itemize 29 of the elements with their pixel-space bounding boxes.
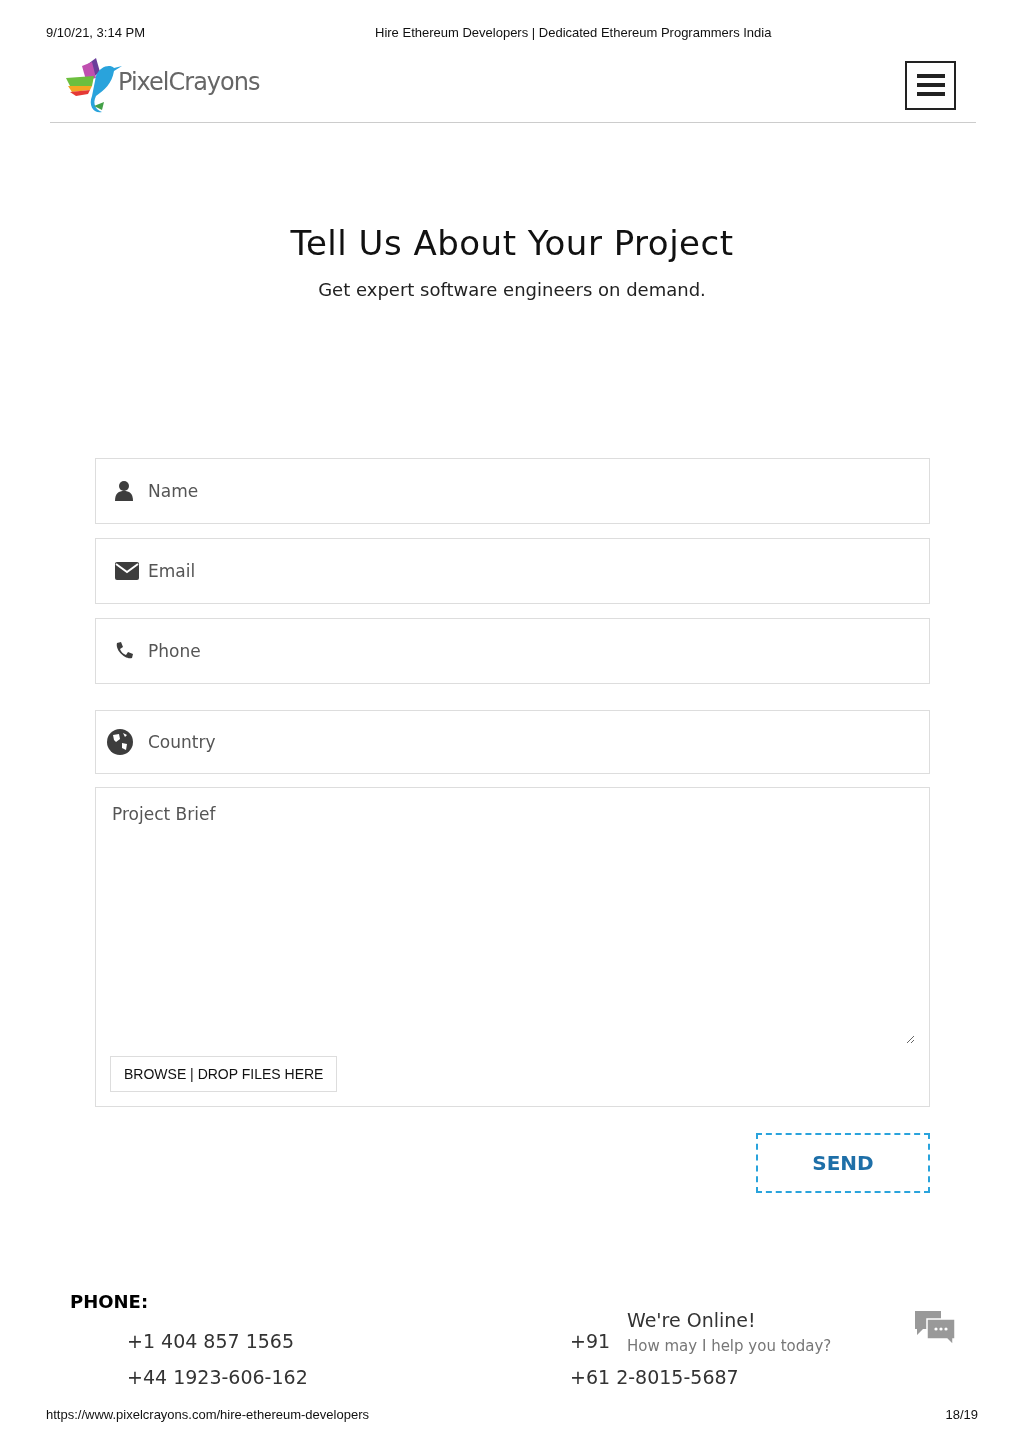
input-field[interactable]: Name [95, 458, 930, 524]
hummingbird-logo-icon [66, 56, 122, 114]
input-field[interactable]: Country [95, 710, 930, 774]
input-field[interactable]: Phone [95, 618, 930, 684]
chat-title: We're Online! [627, 1309, 757, 1331]
envelope-icon [115, 562, 139, 580]
chat-message: How may I help you today? [627, 1337, 832, 1355]
form-heading: Tell Us About Your Project [289, 223, 735, 263]
project-brief-field[interactable]: Project Brief BROWSE | DROP FILES HERE [95, 787, 930, 1107]
page-number: 18/19 [945, 1407, 978, 1422]
phone-number: +1 404 857 1565 [127, 1329, 294, 1354]
phone-number: +44 1923-606-162 [127, 1365, 308, 1390]
phone-icon [115, 642, 133, 660]
chat-icon[interactable] [915, 1309, 957, 1345]
globe-icon [107, 729, 133, 755]
phone-heading: PHONE: [70, 1291, 150, 1312]
menu-icon [916, 73, 945, 97]
input-field[interactable]: Email [95, 538, 930, 604]
send-button[interactable]: SEND [756, 1133, 930, 1193]
menu-button[interactable] [905, 60, 956, 110]
form-subheading: Get expert software engineers on demand. [317, 279, 707, 300]
page-url: https://www.pixelcrayons.com/hire-ethereum-developers [46, 1407, 369, 1422]
page-title: Hire Ethereum Developers | Dedicated Ethereum Programmers India [375, 25, 772, 40]
user-icon [115, 481, 133, 501]
browse-files-button[interactable]: BROWSE | DROP FILES HERE [110, 1056, 338, 1092]
logo-text: PixelCrayons [118, 68, 260, 96]
phone-number: +91 [570, 1329, 611, 1354]
print-date: 9/10/21, 3:14 PM [46, 25, 145, 40]
phone-number: +61 2-8015-5687 [570, 1365, 739, 1390]
